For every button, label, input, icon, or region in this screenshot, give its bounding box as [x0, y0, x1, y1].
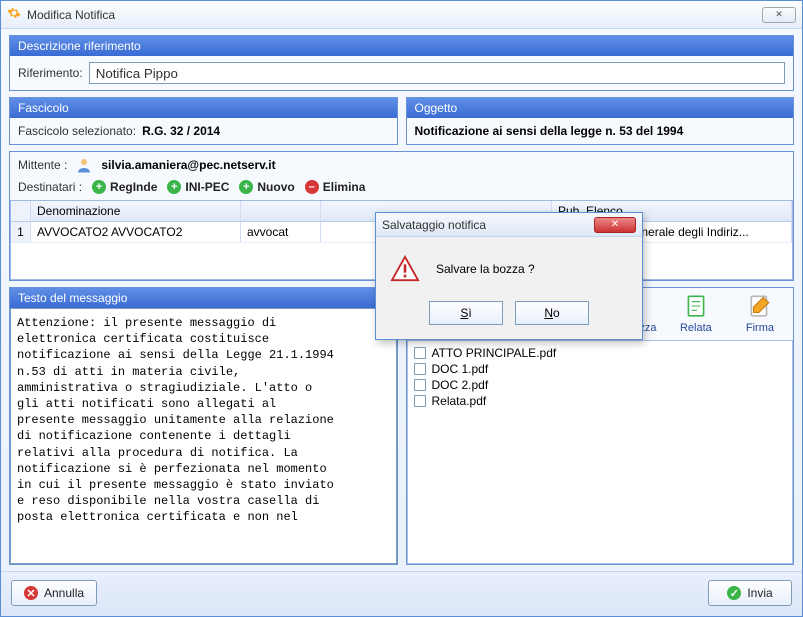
person-icon — [75, 156, 93, 174]
gear-icon — [7, 6, 21, 23]
dialog-close-button[interactable]: ✕ — [594, 217, 636, 233]
relata-button[interactable]: Relata — [671, 292, 721, 334]
row-pec: avvocat — [241, 222, 321, 242]
dialog-title: Salvataggio notifica — [382, 218, 486, 232]
riferimento-input[interactable] — [89, 62, 785, 84]
invia-button[interactable]: ✓ Invia — [708, 580, 792, 606]
row-num: 1 — [11, 222, 31, 242]
riferimento-label: Riferimento: — [18, 66, 83, 80]
footer: ✕ Annulla ✓ Invia — [1, 571, 802, 616]
message-textarea[interactable]: Attenzione: il presente messaggio di ele… — [10, 308, 397, 564]
list-item[interactable]: Relata.pdf — [410, 393, 791, 409]
cancel-icon: ✕ — [24, 586, 38, 600]
titlebar: Modifica Notifica ✕ — [1, 1, 802, 29]
plus-icon: + — [239, 180, 253, 194]
list-item[interactable]: DOC 2.pdf — [410, 377, 791, 393]
file-checkbox[interactable] — [414, 379, 426, 391]
save-dialog: Salvataggio notifica ✕ Salvare la bozza … — [375, 212, 643, 340]
mittente-value: silvia.amaniera@pec.netserv.it — [101, 158, 275, 172]
descrizione-header: Descrizione riferimento — [10, 36, 793, 56]
fascicolo-panel: Fascicolo Fascicolo selezionato: R.G. 32… — [9, 97, 398, 145]
relata-icon — [682, 292, 710, 320]
list-item[interactable]: ATTO PRINCIPALE.pdf — [410, 345, 791, 361]
minus-icon: – — [305, 180, 319, 194]
file-checkbox[interactable] — [414, 363, 426, 375]
annulla-button[interactable]: ✕ Annulla — [11, 580, 97, 606]
oggetto-header: Oggetto — [407, 98, 794, 118]
message-header: Testo del messaggio — [10, 288, 397, 308]
row-denominazione: AVVOCATO2 AVVOCATO2 — [31, 222, 241, 242]
message-panel: Testo del messaggio Attenzione: il prese… — [9, 287, 398, 565]
inipec-button[interactable]: +INI-PEC — [167, 180, 229, 194]
plus-icon: + — [92, 180, 106, 194]
dialog-yes-button[interactable]: Sì — [429, 301, 503, 325]
sign-icon — [746, 292, 774, 320]
oggetto-panel: Oggetto Notificazione ai sensi della leg… — [406, 97, 795, 145]
oggetto-value: Notificazione ai sensi della legge n. 53… — [415, 124, 684, 138]
warning-icon — [390, 255, 420, 283]
fascicolo-label: Fascicolo selezionato: — [18, 124, 136, 138]
grid-header-denominazione: Denominazione — [31, 201, 241, 221]
file-list[interactable]: ATTO PRINCIPALE.pdf DOC 1.pdf DOC 2.pdf … — [407, 340, 794, 564]
destinatari-label: Destinatari : — [18, 180, 82, 194]
file-checkbox[interactable] — [414, 395, 426, 407]
list-item[interactable]: DOC 1.pdf — [410, 361, 791, 377]
dialog-no-button[interactable]: No — [515, 301, 589, 325]
fascicolo-value: R.G. 32 / 2014 — [142, 124, 220, 138]
descrizione-panel: Descrizione riferimento Riferimento: — [9, 35, 794, 91]
file-checkbox[interactable] — [414, 347, 426, 359]
window-title: Modifica Notifica — [27, 8, 756, 22]
plus-icon: + — [167, 180, 181, 194]
ok-icon: ✓ — [727, 586, 741, 600]
mittente-label: Mittente : — [18, 158, 67, 172]
reginde-button[interactable]: +RegInde — [92, 180, 157, 194]
nuovo-button[interactable]: +Nuovo — [239, 180, 294, 194]
grid-header-pec — [241, 201, 321, 221]
fascicolo-header: Fascicolo — [10, 98, 397, 118]
elimina-dest-button[interactable]: –Elimina — [305, 180, 366, 194]
grid-header-num — [11, 201, 31, 221]
firma-button[interactable]: Firma — [735, 292, 785, 334]
window-close-button[interactable]: ✕ — [762, 7, 796, 23]
dialog-message: Salvare la bozza ? — [436, 262, 535, 276]
